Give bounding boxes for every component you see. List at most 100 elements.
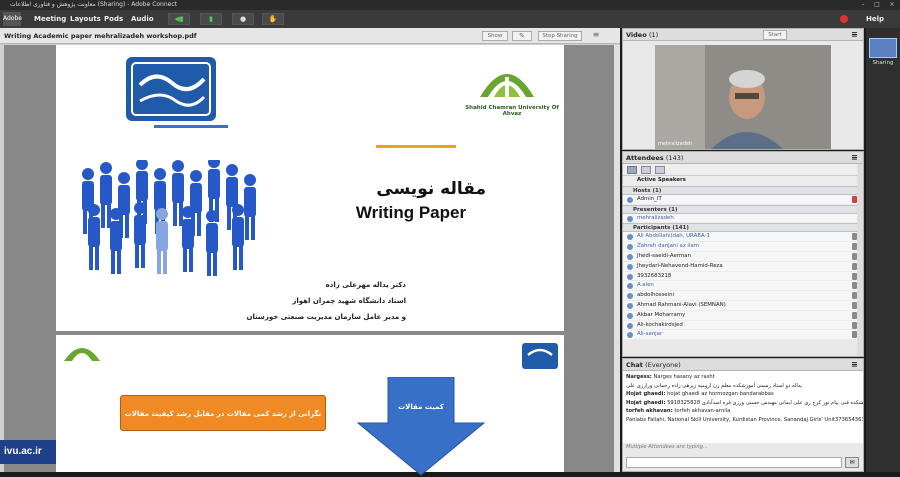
participant-row[interactable]: A.alen [623,281,863,292]
chat-message: Hojat ghaedi: 5918325828 دوره دانشکده فن… [623,399,863,408]
participant-row[interactable]: Ahmad Rahmani-Alavi (SEMNAN) [623,300,863,311]
participants-list: Ali Abdollahi(dah, URABA-1 Zahreh danjani… [623,232,863,341]
chat-sender: Nargess: [626,374,652,380]
participant-row[interactable]: Ali-sanjar [623,330,863,341]
chat-input[interactable] [626,457,842,468]
speaker-icon[interactable]: ◀▮ [168,13,190,25]
slide-2: نگرانی از رشد کمی مقالات در مقابل رشد کی… [56,335,564,476]
menu-layouts[interactable]: Layouts [70,10,101,28]
start-video-button[interactable]: Start [763,30,787,40]
chat-text: torfeh akhavan-arnila [674,408,731,414]
attendees-count: (143) [665,154,684,162]
layouts-side-panel: Sharing [866,28,900,472]
chat-text: hojat ghaedi az hormozgan bandarabbas [667,391,774,397]
adobe-logo: Adobe [3,12,22,26]
typing-indicator: Multiple Attendees are typing... [626,444,708,450]
share-scrollbar[interactable] [614,45,620,472]
sharing-layout-thumbnail[interactable] [869,38,897,58]
participants-section[interactable]: Participants (141) [623,223,863,233]
uni-caption: Shahid Chamran University Of Ahvaz [465,105,559,117]
video-options-icon[interactable]: ≡ [851,29,858,41]
user-icon [627,312,633,319]
attendees-scrollbar[interactable] [857,164,863,356]
chat-options-icon[interactable]: ≡ [851,359,858,371]
menu-help[interactable]: Help [866,10,884,28]
chat-sender: Hojat ghaedi: [626,399,666,406]
user-icon [627,332,633,339]
video-pod-header: Video (1) Start ≡ [623,29,863,41]
sort-icon[interactable] [655,166,665,174]
participant-row[interactable]: Ali Abdollahi(dah, URABA-1 [623,232,863,243]
university-seal-small-logo [522,343,558,369]
pod-options-icon[interactable]: ≡ [590,31,602,41]
menu-pods[interactable]: Pods [104,10,123,28]
participant-name: Ali-kochakirdsjed [637,321,683,328]
attendees-title: Attendees [626,154,664,162]
chat-sender: Hojat ghaedi: [626,391,666,397]
view-grid-icon[interactable] [627,166,637,174]
chat-count: (Everyone) [645,361,681,369]
shahid-chamran-small-logo [64,348,100,361]
participant-row[interactable]: Zahreh danjani az ilam [623,242,863,252]
raise-hand-icon[interactable]: ✋ [262,13,284,25]
blue-divider [154,125,228,128]
chat-title: Chat [626,361,643,369]
record-icon[interactable] [840,15,848,23]
stop-sharing-button[interactable]: Stop Sharing [538,31,582,41]
participant-row[interactable]: 3932683218 [623,271,863,282]
participant-row[interactable]: Akbar Moharramy [623,310,863,321]
participant-row[interactable]: Ali-kochakirdsjed [623,320,863,331]
quantity-arrow-shape [356,377,486,476]
close-icon[interactable]: × [885,0,899,10]
user-icon [627,196,633,203]
maximize-icon[interactable]: □ [870,0,884,10]
participant-row[interactable]: Jheydari-Nehavend-Hamid-Reza [623,261,863,272]
view-list-icon[interactable] [641,166,651,174]
participant-name: abdolhosseini [637,292,675,299]
participant-name: Jhedi-saeidi-Aerman [637,252,691,259]
participant-name: Akbar Moharramy [637,311,686,318]
user-icon [627,302,633,309]
document-view: Shahid Chamran University Of Ahvaz مقاله… [4,45,616,476]
participant-name: Jheydari-Nehavend-Hamid-Reza [637,262,723,269]
attendees-toolbar [623,164,863,176]
attendees-options-icon[interactable]: ≡ [851,152,858,164]
author-title: استاد دانشگاه شهید چمران اهواز [292,297,406,305]
hosts-section[interactable]: Hosts (1) [623,185,863,195]
microphone-icon[interactable]: ▮ [200,13,222,25]
video-feed: mehralizadeh [655,45,831,149]
video-count: (1) [648,31,659,39]
host-name: Admin_IT [637,195,662,202]
participant-name: Ali-sanjar [637,331,663,338]
presenter-row[interactable]: mehralizadeh [623,213,863,224]
participant-row[interactable]: Jhedi-saeidi-Aerman [623,251,863,262]
chat-message: Hojat ghaedi: hojat ghaedi az hormozgan … [623,390,863,399]
user-icon [627,322,633,329]
host-row[interactable]: Admin_IT [623,194,863,205]
speaker-video-image [655,45,831,149]
participant-name: 3932683218 [637,272,672,279]
site-watermark: ivu.ac.ir [0,440,56,464]
minimize-icon[interactable]: – [856,0,870,10]
chat-header: Chat (Everyone) ≡ [623,359,863,371]
video-title: Video [626,31,647,39]
show-button[interactable]: Show [482,31,508,41]
user-icon [627,215,633,222]
presenter-name: mehralizadeh [637,214,674,221]
menu-meeting[interactable]: Meeting [34,10,66,28]
menu-audio[interactable]: Audio [131,10,154,28]
chat-text: یداله دو استاد رسمی آموزشکده معلم زن ارو… [626,382,802,389]
pen-icon[interactable]: ✎ [512,31,532,41]
chat-message: یداله دو استاد رسمی آموزشکده معلم زن ارو… [623,382,863,391]
send-message-icon[interactable]: ✉ [845,457,859,468]
chat-message: Paniabs Fallahi, National Skill Universi… [623,416,863,425]
chat-pod: Chat (Everyone) ≡ Nargess: Narges hasany… [622,358,864,472]
chat-text: Paniabs Fallahi, National Skill Universi… [626,416,863,423]
arrow-label: کمیت مقالات [398,403,444,411]
sharing-layout-label: Sharing [872,60,894,66]
attendees-pod: Attendees (143) ≡ Active Speakers Hosts … [622,151,864,357]
webcam-icon[interactable]: ● [232,13,254,25]
chat-text: Narges hasany az rasht [653,374,715,380]
participant-row[interactable]: abdolhosseini [623,291,863,301]
presenters-section[interactable]: Presenters (1) [623,204,863,214]
